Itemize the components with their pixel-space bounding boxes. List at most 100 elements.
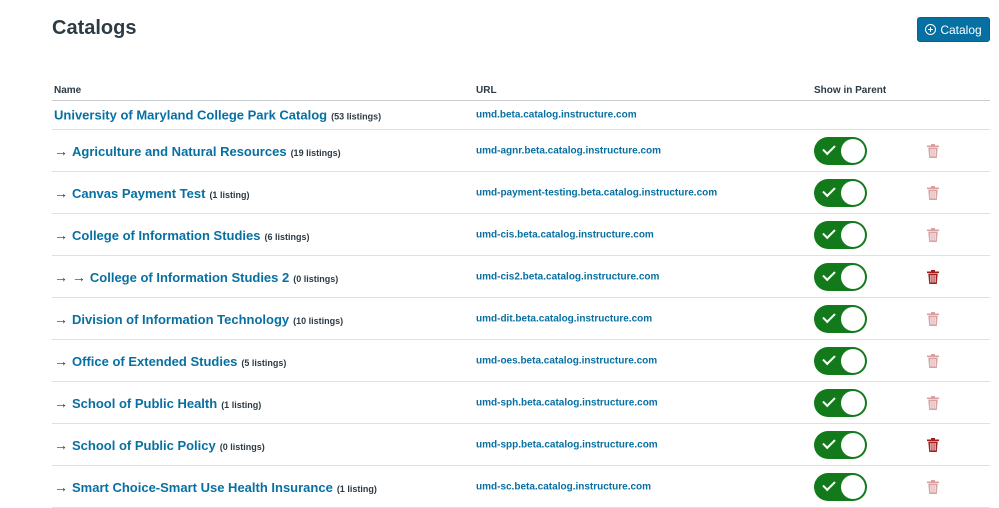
- catalog-name-link[interactable]: Canvas Payment Test: [72, 186, 205, 201]
- show-in-parent-toggle[interactable]: [814, 430, 867, 459]
- toggle-knob: [841, 306, 865, 331]
- catalog-url-link[interactable]: umd.beta.catalog.instructure.com: [476, 110, 637, 121]
- trash-icon[interactable]: [927, 227, 939, 242]
- page-title: Catalogs: [52, 17, 137, 39]
- trash-icon[interactable]: [927, 395, 939, 410]
- show-in-parent-toggle[interactable]: [814, 304, 867, 333]
- catalog-name-link[interactable]: Division of Information Technology: [72, 312, 289, 327]
- show-in-parent-toggle[interactable]: [814, 220, 867, 249]
- toggle-knob: [841, 264, 865, 289]
- trash-icon[interactable]: [927, 353, 939, 368]
- child-arrow-icon: →: [54, 394, 68, 411]
- listing-count: (10 listings): [293, 315, 344, 326]
- table-row: → Division of Information Technology (10 l…: [52, 298, 990, 340]
- toggle-knob: [841, 138, 865, 163]
- toggle-knob: [841, 180, 865, 205]
- table-row: → College of Information Studies (6 listin…: [52, 214, 990, 256]
- listing-count: (1 listing): [221, 399, 262, 410]
- child-arrow-icon: →: [54, 142, 68, 159]
- check-icon: [822, 141, 836, 155]
- catalog-name-link[interactable]: School of Public Policy: [72, 438, 216, 453]
- show-in-parent-toggle[interactable]: [814, 178, 867, 207]
- catalog-url-link[interactable]: umd-oes.beta.catalog.instructure.com: [476, 355, 657, 366]
- name-cell: → Agriculture and Natural Resources (19 li…: [54, 143, 341, 159]
- table-header: Name URL Show in Parent: [52, 82, 990, 101]
- catalog-url-link[interactable]: umd-cis.beta.catalog.instructure.com: [476, 229, 654, 240]
- catalog-url-link[interactable]: umd-sc.beta.catalog.instructure.com: [476, 481, 651, 492]
- trash-icon[interactable]: [927, 185, 939, 200]
- column-header-name: Name: [54, 85, 82, 96]
- catalog-url-link[interactable]: umd-sph.beta.catalog.instructure.com: [476, 397, 658, 408]
- catalog-name-link[interactable]: University of Maryland College Park Cata…: [54, 108, 327, 123]
- catalog-name-link[interactable]: College of Information Studies: [72, 228, 261, 243]
- show-in-parent-toggle[interactable]: [814, 472, 867, 501]
- trash-icon[interactable]: [927, 311, 939, 326]
- child-rows: → Agriculture and Natural Resources (19 li…: [52, 130, 990, 508]
- listing-count: (0 listings): [219, 441, 265, 452]
- check-icon: [822, 309, 836, 323]
- child-arrow-icon: →: [54, 184, 68, 201]
- listing-count: (53 listings): [331, 111, 382, 122]
- show-in-parent-toggle[interactable]: [814, 136, 867, 165]
- listing-count: (1 listing): [209, 189, 250, 200]
- toggle-knob: [841, 474, 865, 499]
- child-arrow-icon: →: [54, 478, 68, 495]
- check-icon: [822, 393, 836, 407]
- table-row: → School of Public Health (1 listing) umd-s…: [52, 382, 990, 424]
- table-row: → School of Public Policy (0 listings) umd-…: [52, 424, 990, 466]
- add-catalog-label: Catalog: [940, 22, 982, 37]
- listing-count: (0 listings): [293, 273, 339, 284]
- name-cell: → Canvas Payment Test (1 listing): [54, 185, 249, 201]
- table-row: → → College of Information Studies 2 (0 li…: [52, 256, 990, 298]
- toggle-knob: [841, 348, 865, 373]
- name-cell: → School of Public Health (1 listing): [54, 395, 261, 411]
- child-arrow-icon: →: [54, 226, 68, 243]
- name-cell: → Division of Information Technology (10 l…: [54, 311, 343, 327]
- add-catalog-button[interactable]: Catalog: [917, 17, 990, 42]
- plus-circle-icon: [925, 24, 937, 35]
- trash-icon[interactable]: [927, 479, 939, 494]
- table-row: → Canvas Payment Test (1 listing) umd-payme…: [52, 172, 990, 214]
- catalog-name-link[interactable]: College of Information Studies 2: [90, 270, 289, 285]
- table-row-parent: University of Maryland College Park Cata…: [52, 101, 990, 130]
- catalog-name-link[interactable]: School of Public Health: [72, 396, 217, 411]
- table-row: → Agriculture and Natural Resources (19 li…: [52, 130, 990, 172]
- check-icon: [822, 477, 836, 491]
- show-in-parent-toggle[interactable]: [814, 346, 867, 375]
- name-cell: → → College of Information Studies 2 (0 li…: [54, 269, 338, 285]
- show-in-parent-toggle[interactable]: [814, 388, 867, 417]
- catalog-url-link[interactable]: umd-dit.beta.catalog.instructure.com: [476, 313, 652, 324]
- check-icon: [822, 183, 836, 197]
- column-header-url: URL: [476, 85, 497, 96]
- catalog-url-link[interactable]: umd-spp.beta.catalog.instructure.com: [476, 439, 658, 450]
- toggle-knob: [841, 222, 865, 247]
- name-cell: → Smart Choice-Smart Use Health Insurance…: [54, 479, 377, 495]
- child-arrow-icon: →: [54, 436, 68, 453]
- name-cell: → College of Information Studies (6 listin…: [54, 227, 310, 243]
- check-icon: [822, 435, 836, 449]
- toggle-knob: [841, 432, 865, 457]
- name-cell: University of Maryland College Park Cata…: [54, 108, 381, 123]
- name-cell: → Office of Extended Studies (5 listings): [54, 353, 286, 369]
- show-in-parent-toggle[interactable]: [814, 262, 867, 291]
- check-icon: [822, 225, 836, 239]
- child-arrow-icon: →: [54, 310, 68, 327]
- listing-count: (5 listings): [241, 357, 287, 368]
- column-header-show-in-parent: Show in Parent: [814, 85, 887, 96]
- listing-count: (1 listing): [336, 483, 377, 494]
- table-row: → Office of Extended Studies (5 listings) u…: [52, 340, 990, 382]
- table-row: → Smart Choice-Smart Use Health Insurance…: [52, 466, 990, 508]
- catalog-url-link[interactable]: umd-cis2.beta.catalog.instructure.com: [476, 271, 659, 282]
- catalogs-table: Name URL Show in Parent University of Ma…: [52, 82, 990, 508]
- catalog-name-link[interactable]: Agriculture and Natural Resources: [72, 144, 287, 159]
- child-arrow-icon: →: [54, 352, 68, 369]
- trash-icon[interactable]: [927, 269, 939, 284]
- listing-count: (19 listings): [290, 147, 341, 158]
- trash-icon[interactable]: [927, 437, 939, 452]
- catalog-url-link[interactable]: umd-payment-testing.beta.catalog.instruc…: [476, 187, 717, 198]
- catalog-name-link[interactable]: Office of Extended Studies: [72, 354, 237, 369]
- catalog-name-link[interactable]: Smart Choice-Smart Use Health Insurance: [72, 480, 333, 495]
- trash-icon[interactable]: [927, 143, 939, 158]
- catalog-url-link[interactable]: umd-agnr.beta.catalog.instructure.com: [476, 145, 661, 156]
- listing-count: (6 listings): [264, 231, 310, 242]
